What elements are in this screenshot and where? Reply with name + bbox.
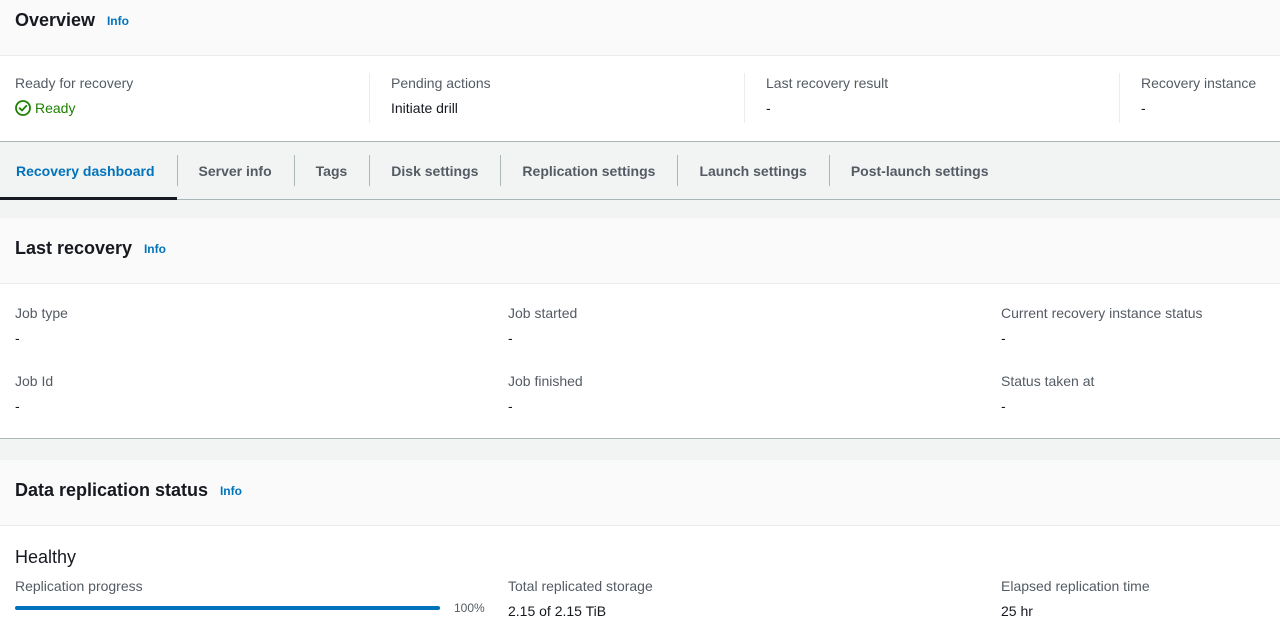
overview-info-link[interactable]: Info <box>107 14 129 28</box>
total-replicated-storage: Total replicated storage 2.15 of 2.15 Ti… <box>508 576 653 621</box>
tab-disk-settings[interactable]: Disk settings <box>369 142 500 199</box>
last-recovery-header: Last recovery Info <box>0 218 1280 284</box>
status-taken-at: Status taken at - <box>1001 371 1094 416</box>
pending-value: Initiate drill <box>391 100 458 116</box>
ready-status: Ready <box>15 98 355 118</box>
progress-percent: 100% <box>454 601 485 615</box>
last-recovery-panel: Last recovery Info Job type - Job starte… <box>0 218 1280 439</box>
progress-label: Replication progress <box>15 578 143 594</box>
recovery-instance: Recovery instance - <box>1119 73 1280 123</box>
current-instance-status: Current recovery instance status - <box>1001 303 1203 348</box>
job-started-value: - <box>508 330 513 346</box>
job-started: Job started - <box>508 303 577 348</box>
job-finished-label: Job finished <box>508 373 583 389</box>
tab-tags[interactable]: Tags <box>293 142 370 199</box>
tab-server-info[interactable]: Server info <box>176 142 294 199</box>
replication-health: Healthy <box>15 547 77 567</box>
status-taken-value: - <box>1001 398 1006 414</box>
job-id-value: - <box>15 398 20 414</box>
tab-launch-settings[interactable]: Launch settings <box>677 142 828 199</box>
replication-header: Data replication status Info <box>0 460 1280 526</box>
tab-replication-settings[interactable]: Replication settings <box>500 142 677 199</box>
last-result-label: Last recovery result <box>766 75 889 91</box>
instance-value: - <box>1141 100 1146 116</box>
ready-value: Ready <box>35 100 76 116</box>
tab-recovery-dashboard[interactable]: Recovery dashboard <box>0 142 177 200</box>
data-replication-panel: Data replication status Info Healthy Rep… <box>0 460 1280 641</box>
status-taken-label: Status taken at <box>1001 373 1095 389</box>
job-id: Job Id - <box>15 371 53 416</box>
job-started-label: Job started <box>508 305 578 321</box>
job-type-label: Job type <box>15 305 68 321</box>
ready-for-recovery: Ready for recovery Ready <box>15 73 355 123</box>
pending-actions: Pending actions Initiate drill <box>369 73 729 123</box>
replication-progress-bar <box>15 606 440 610</box>
tab-bar: Recovery dashboard Server info Tags Disk… <box>0 142 1280 200</box>
overview-title: Overview <box>15 10 96 30</box>
elapsed-replication-time: Elapsed replication time 25 hr <box>1001 576 1150 621</box>
job-finished: Job finished - <box>508 371 583 416</box>
last-recovery-info-link[interactable]: Info <box>144 242 166 256</box>
check-circle-icon <box>15 100 31 116</box>
instance-status-value: - <box>1001 330 1006 346</box>
replication-info-link[interactable]: Info <box>220 484 242 498</box>
elapsed-label: Elapsed replication time <box>1001 578 1150 594</box>
replication-progress: Replication progress <box>15 576 143 596</box>
last-recovery-result: Last recovery result - <box>744 73 1104 123</box>
job-finished-value: - <box>508 398 513 414</box>
pending-label: Pending actions <box>391 75 491 91</box>
instance-label: Recovery instance <box>1141 75 1257 91</box>
job-type-value: - <box>15 330 20 346</box>
last-result-value: - <box>766 100 771 116</box>
job-id-label: Job Id <box>15 373 54 389</box>
job-type: Job type - <box>15 303 68 348</box>
elapsed-value: 25 hr <box>1001 603 1033 619</box>
storage-value: 2.15 of 2.15 TiB <box>508 603 607 619</box>
storage-label: Total replicated storage <box>508 578 653 594</box>
last-recovery-title: Last recovery <box>15 238 133 258</box>
replication-title: Data replication status <box>15 480 209 500</box>
ready-label: Ready for recovery <box>15 75 134 91</box>
overview-header: Overview Info <box>0 0 1280 56</box>
instance-status-label: Current recovery instance status <box>1001 305 1203 321</box>
progress-fill <box>15 606 440 610</box>
tab-post-launch-settings[interactable]: Post-launch settings <box>828 142 1011 199</box>
overview-panel: Overview Info Ready for recovery Ready P… <box>0 0 1280 142</box>
